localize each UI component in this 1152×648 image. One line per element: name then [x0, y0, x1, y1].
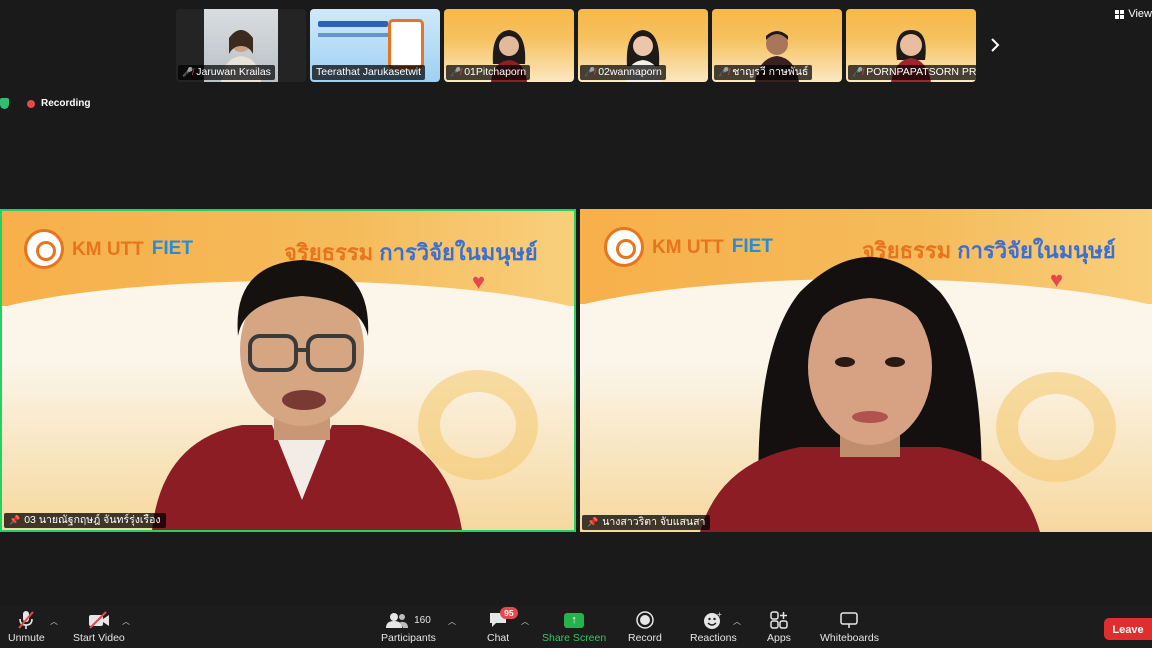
- participant-name: Jaruwan Krailas: [196, 66, 271, 78]
- muted-mic-icon: 🎤̸: [450, 67, 462, 77]
- reactions-options-chevron-icon[interactable]: ︿: [733, 616, 741, 627]
- video-off-icon: [88, 610, 110, 630]
- apps-label: Apps: [767, 632, 791, 644]
- meeting-toolbar: Unmute ︿ Start Video ︿ 160 Participants …: [0, 606, 1152, 648]
- whiteboards-button[interactable]: Whiteboards: [820, 610, 879, 644]
- participant-name: ชาญรวี กาษพันธ์: [732, 66, 809, 78]
- audio-options-chevron-icon[interactable]: ︿: [50, 616, 58, 627]
- heart-icon: ♥: [472, 269, 486, 294]
- muted-mic-icon: 🎤̸: [584, 67, 596, 77]
- smiley-icon: +: [703, 610, 723, 630]
- recording-label: Recording: [41, 98, 91, 109]
- reactions-button[interactable]: + Reactions: [690, 610, 737, 644]
- chat-button[interactable]: 95 Chat: [487, 607, 518, 644]
- participant-thumbnail[interactable]: 🎤̸ Jaruwan Krailas: [176, 9, 306, 82]
- record-button[interactable]: Record: [628, 610, 662, 644]
- reactions-label: Reactions: [690, 632, 737, 644]
- whiteboard-icon: [839, 610, 859, 630]
- participants-icon: [386, 613, 409, 628]
- start-video-button[interactable]: Start Video: [73, 610, 125, 644]
- svg-text:+: +: [717, 610, 722, 619]
- participant-thumbnail[interactable]: 🎤̸ 02wannaporn: [578, 9, 708, 82]
- apps-button[interactable]: Apps: [767, 610, 791, 644]
- participant-name-tag: 📌 03 นายณัฐกฤษฎ์ จันทร์รุ่งเรือง: [4, 513, 166, 528]
- participant-name: PORNPAPATSORN PRIN...: [866, 66, 976, 78]
- start-video-label: Start Video: [73, 632, 125, 644]
- heart-icon: ♥: [1050, 267, 1064, 292]
- chat-options-chevron-icon[interactable]: ︿: [521, 616, 529, 627]
- pin-icon: 📌: [587, 517, 599, 527]
- record-dot-icon: [27, 99, 35, 108]
- share-screen-icon: ↑: [564, 612, 585, 628]
- video-options-chevron-icon[interactable]: ︿: [122, 616, 130, 627]
- chat-icon: 95: [488, 607, 518, 630]
- recording-indicator: Recording: [0, 98, 90, 109]
- muted-mic-icon: 🎤̸: [718, 67, 730, 77]
- participant-thumbnail[interactable]: 🎤̸PORNPAPATSORN PRIN...: [846, 9, 976, 82]
- speaker-video: [152, 260, 462, 530]
- participant-name: 02wannaporn: [598, 66, 662, 78]
- share-screen-label: Share Screen: [542, 632, 607, 644]
- participants-label: Participants: [381, 632, 436, 644]
- share-screen-button[interactable]: ↑ Share Screen: [542, 610, 606, 644]
- participant-name-tag: 📌 นางสาวริตา จับแสนสา: [582, 515, 711, 530]
- participant-name: 01Pitchaporn: [464, 66, 527, 78]
- video-tile[interactable]: KM UTT FIET จริยธรรม การวิจัยในมนุษย์ ♥ …: [580, 209, 1152, 532]
- grid-icon: [1115, 9, 1125, 19]
- participant-name: นางสาวริตา จับแสนสา: [602, 516, 706, 528]
- participant-thumbnail[interactable]: 🎤̸ ชาญรวี กาษพันธ์: [712, 9, 842, 82]
- leave-button[interactable]: Leave: [1104, 618, 1152, 640]
- record-icon: [636, 610, 654, 630]
- pin-icon: 📌: [9, 515, 21, 525]
- participants-count: 160: [414, 614, 431, 626]
- unmute-label: Unmute: [8, 632, 45, 644]
- chat-label: Chat: [487, 632, 510, 644]
- chevron-right-icon[interactable]: [988, 36, 1002, 54]
- participant-thumbnail[interactable]: 🎤̸ 01Pitchaporn: [444, 9, 574, 82]
- view-button[interactable]: View: [1115, 8, 1152, 20]
- record-label: Record: [628, 632, 662, 644]
- chat-unread-badge: 95: [500, 607, 518, 619]
- research-logo-icon: [24, 229, 64, 269]
- muted-mic-icon: 🎤̸: [852, 67, 864, 77]
- whiteboards-label: Whiteboards: [820, 632, 879, 644]
- participants-button[interactable]: 160 Participants: [381, 610, 436, 644]
- participant-thumbnail[interactable]: Teerathat Jarukasetwit: [310, 9, 440, 82]
- view-label: View: [1128, 8, 1152, 20]
- participant-name: Teerathat Jarukasetwit: [316, 66, 422, 78]
- research-logo-icon: [604, 227, 644, 267]
- unmute-button[interactable]: Unmute: [8, 610, 45, 644]
- apps-icon: [770, 610, 788, 630]
- participant-name: 03 นายณัฐกฤษฎ์ จันทร์รุ่งเรือง: [24, 514, 161, 526]
- speaker-video: [700, 257, 1040, 532]
- video-tile-active-speaker[interactable]: KM UTT FIET จริยธรรม การวิจัยในมนุษย์ ♥ …: [0, 209, 576, 532]
- muted-microphone-icon: [17, 610, 35, 630]
- shield-icon: [0, 98, 9, 109]
- participants-options-chevron-icon[interactable]: ︿: [448, 616, 456, 627]
- muted-mic-icon: 🎤̸: [182, 67, 194, 77]
